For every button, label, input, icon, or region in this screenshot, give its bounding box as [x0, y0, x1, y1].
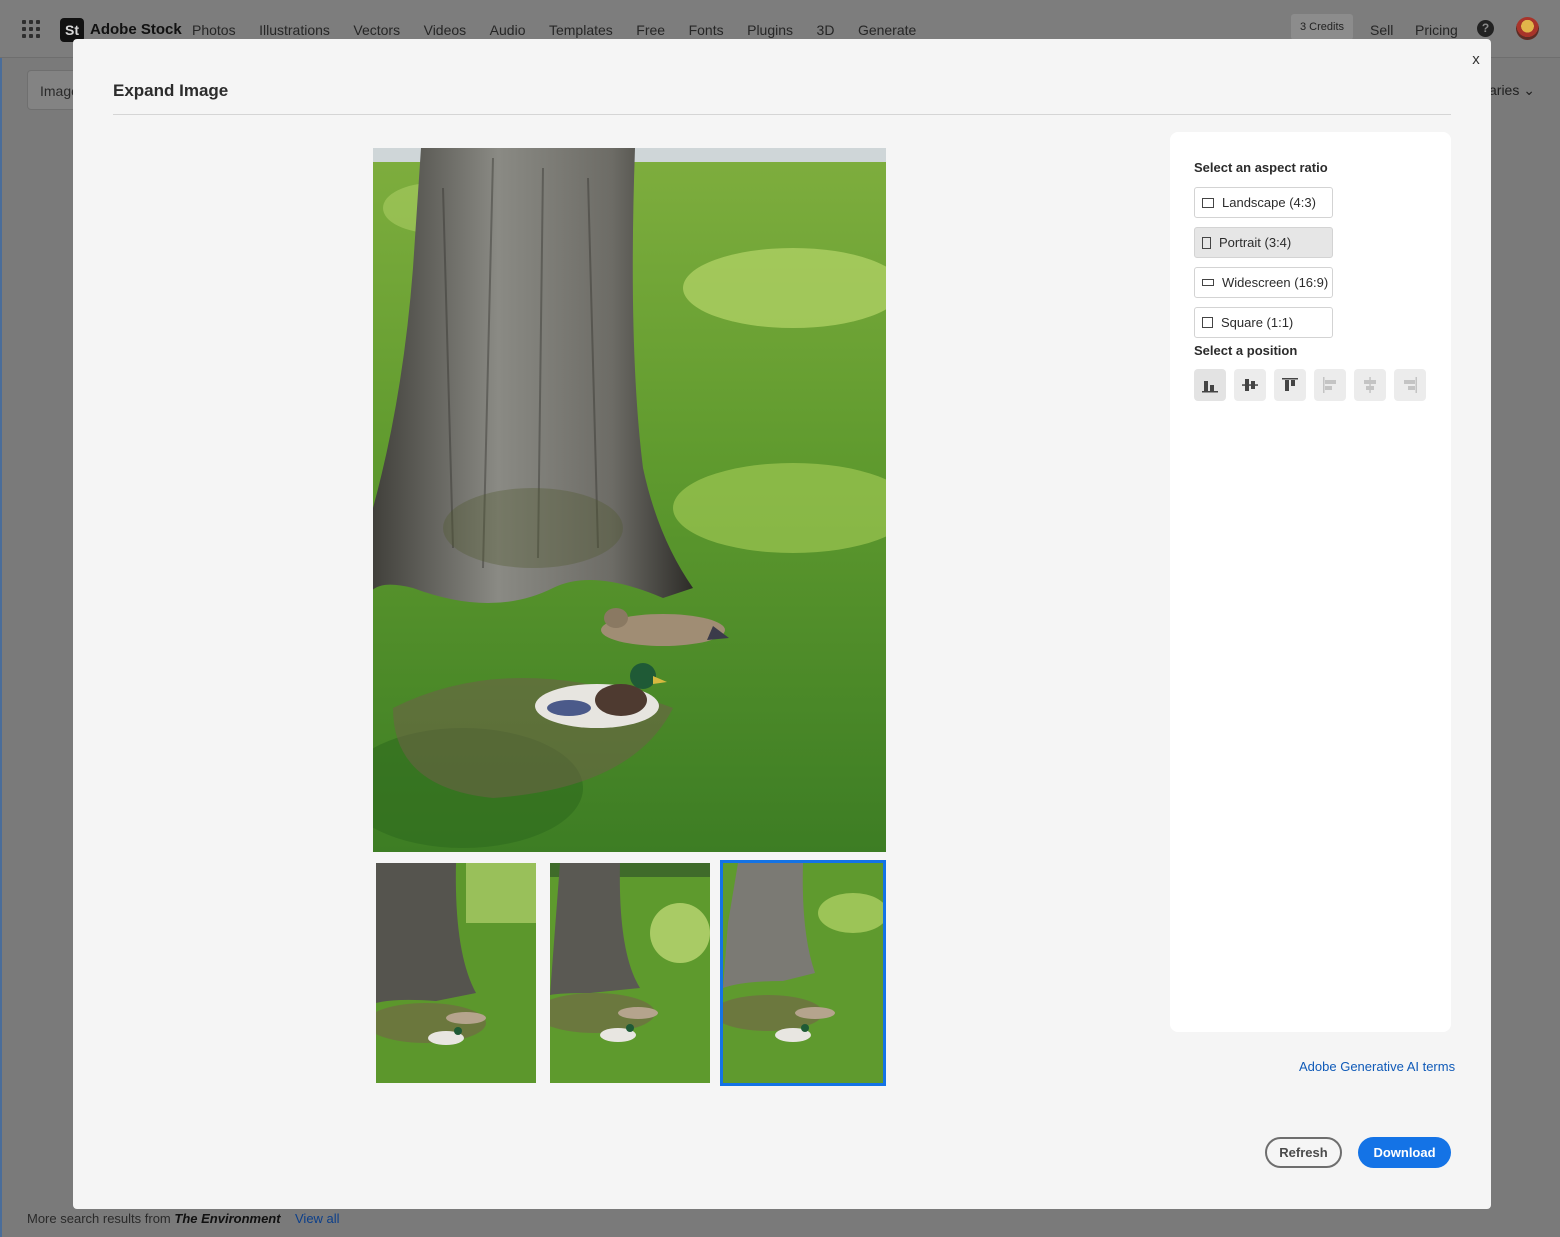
align-top-icon: [1282, 378, 1298, 391]
position-center-button[interactable]: [1354, 369, 1386, 401]
position-bottom-button[interactable]: [1194, 369, 1226, 401]
nav-item-plugins[interactable]: Plugins: [747, 22, 793, 38]
refresh-button[interactable]: Refresh: [1265, 1137, 1342, 1168]
nav-item-videos[interactable]: Videos: [424, 22, 467, 38]
main-nav: Photos Illustrations Vectors Videos Audi…: [192, 22, 940, 38]
brand-name[interactable]: Adobe Stock: [90, 21, 182, 38]
chevron-down-icon: ⌄: [1523, 82, 1535, 98]
apps-grid-icon[interactable]: [22, 20, 40, 38]
expand-image-modal: x Expand Image Select an aspect ratio La…: [73, 39, 1491, 1209]
nav-item-photos[interactable]: Photos: [192, 22, 236, 38]
help-icon[interactable]: ?: [1477, 20, 1494, 37]
divider: [113, 114, 1451, 115]
position-middle-button[interactable]: [1234, 369, 1266, 401]
more-results-text: More search results from The Environment: [27, 1211, 281, 1226]
align-right-icon: [1404, 377, 1417, 393]
position-label: Select a position: [1194, 343, 1298, 358]
download-button[interactable]: Download: [1358, 1137, 1451, 1168]
portrait-ratio-icon: [1202, 236, 1211, 249]
close-button[interactable]: x: [1468, 51, 1484, 71]
ratio-square-button[interactable]: Square (1:1): [1194, 307, 1333, 338]
landscape-ratio-icon: [1202, 197, 1214, 208]
position-left-button[interactable]: [1314, 369, 1346, 401]
aspect-ratio-label: Select an aspect ratio: [1194, 160, 1328, 175]
page-edge: [0, 58, 2, 1237]
nav-item-vectors[interactable]: Vectors: [353, 22, 400, 38]
position-top-button[interactable]: [1274, 369, 1306, 401]
align-middle-icon: [1242, 379, 1258, 391]
nav-item-free[interactable]: Free: [636, 22, 665, 38]
nav-item-generate[interactable]: Generate: [858, 22, 916, 38]
ratio-portrait-button[interactable]: Portrait (3:4): [1194, 227, 1333, 258]
position-right-button[interactable]: [1394, 369, 1426, 401]
pricing-link[interactable]: Pricing: [1415, 22, 1458, 38]
generative-ai-terms-link[interactable]: Adobe Generative AI terms: [1299, 1059, 1455, 1074]
align-center-icon: [1364, 377, 1376, 393]
avatar[interactable]: [1516, 17, 1539, 40]
expanded-image-preview: [373, 148, 886, 852]
widescreen-ratio-icon: [1202, 279, 1214, 286]
square-ratio-icon: [1202, 317, 1213, 328]
view-all-link[interactable]: View all: [295, 1211, 340, 1226]
align-bottom-icon: [1202, 381, 1218, 393]
nav-item-audio[interactable]: Audio: [490, 22, 526, 38]
nav-item-templates[interactable]: Templates: [549, 22, 613, 38]
modal-title: Expand Image: [113, 81, 229, 100]
source-name: The Environment: [174, 1211, 281, 1226]
nav-item-fonts[interactable]: Fonts: [689, 22, 724, 38]
thumbnail-variant-1[interactable]: [376, 863, 536, 1083]
ratio-landscape-button[interactable]: Landscape (4:3): [1194, 187, 1333, 218]
credits-badge[interactable]: 3 Credits: [1291, 14, 1354, 40]
ratio-label: Landscape (4:3): [1222, 195, 1316, 210]
nav-item-3d[interactable]: 3D: [817, 22, 835, 38]
ratio-label: Portrait (3:4): [1219, 235, 1292, 250]
thumbnail-variant-2[interactable]: [550, 863, 710, 1083]
libraries-dropdown[interactable]: aries ⌄: [1489, 82, 1535, 99]
ratio-label: Widescreen (16:9): [1222, 275, 1329, 290]
sell-link[interactable]: Sell: [1370, 22, 1393, 38]
ratio-widescreen-button[interactable]: Widescreen (16:9): [1194, 267, 1333, 298]
align-left-icon: [1323, 377, 1336, 393]
settings-panel: Select an aspect ratio Landscape (4:3) P…: [1170, 132, 1451, 1032]
nav-item-illustrations[interactable]: Illustrations: [259, 22, 330, 38]
libraries-label: aries: [1489, 82, 1520, 98]
ratio-label: Square (1:1): [1221, 315, 1294, 330]
thumbnail-variant-3-selected[interactable]: [720, 860, 886, 1086]
